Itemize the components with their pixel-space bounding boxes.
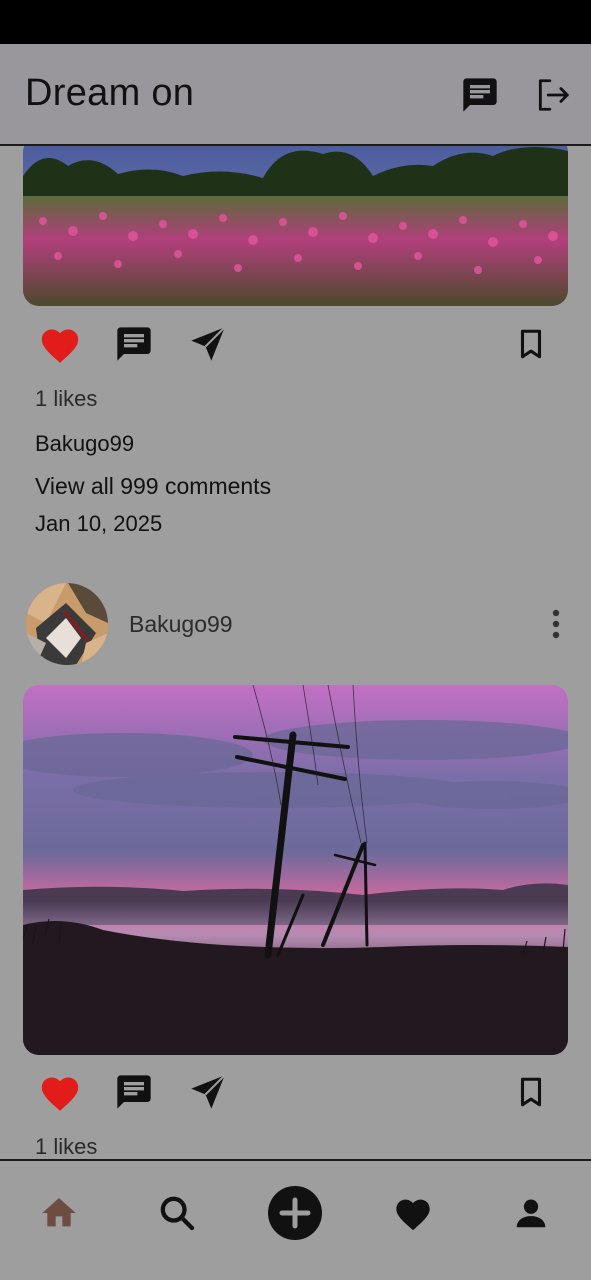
post-date: Jan 10, 2025 — [35, 511, 163, 536]
home-icon — [42, 1198, 76, 1227]
status-bar — [0, 0, 591, 44]
nav-favorites[interactable] — [383, 1183, 443, 1243]
profile-icon — [516, 1199, 546, 1228]
bookmark-button[interactable] — [510, 1070, 552, 1114]
likes-count: 1 likes — [35, 1134, 98, 1159]
comment-icon — [117, 1075, 151, 1109]
heart-icon — [41, 1077, 79, 1111]
app-title: Dream on — [25, 72, 195, 114]
chat-icon — [463, 78, 497, 112]
send-icon — [191, 1074, 226, 1109]
bottom-navigation — [0, 1159, 591, 1280]
bookmark-icon — [520, 1077, 542, 1107]
comment-icon — [117, 327, 151, 361]
search-icon — [160, 1196, 195, 1231]
likes-count: 1 likes — [35, 386, 98, 411]
comment-button[interactable] — [112, 322, 156, 366]
share-button[interactable] — [186, 322, 230, 366]
send-icon — [191, 326, 226, 361]
feed[interactable]: 1 likes Bakugo99 View all 999 comments J… — [0, 146, 591, 1159]
add-icon — [268, 1186, 322, 1240]
share-button[interactable] — [186, 1070, 230, 1114]
favorites-icon — [396, 1199, 430, 1231]
like-button[interactable] — [36, 1070, 84, 1114]
like-button[interactable] — [36, 322, 84, 366]
nav-home[interactable] — [29, 1183, 89, 1243]
post-username[interactable]: Bakugo99 — [35, 431, 134, 457]
nav-add-post[interactable] — [264, 1183, 326, 1243]
logout-button[interactable] — [530, 74, 576, 116]
more-options-button[interactable] — [540, 604, 572, 644]
post-image[interactable] — [23, 146, 568, 306]
bookmark-button[interactable] — [510, 322, 552, 366]
nav-search[interactable] — [147, 1183, 207, 1243]
nav-profile[interactable] — [501, 1183, 561, 1243]
app-bar: Dream on — [0, 44, 591, 146]
view-comments-link[interactable]: View all 999 comments — [35, 473, 271, 500]
bookmark-icon — [520, 329, 542, 359]
more-vert-icon — [552, 609, 560, 639]
comment-button[interactable] — [112, 1070, 156, 1114]
messages-button[interactable] — [456, 74, 504, 116]
logout-icon — [538, 79, 569, 111]
post-image[interactable] — [23, 685, 568, 1055]
avatar[interactable] — [26, 583, 108, 665]
heart-icon — [41, 329, 79, 363]
post-author[interactable]: Bakugo99 — [129, 611, 233, 638]
